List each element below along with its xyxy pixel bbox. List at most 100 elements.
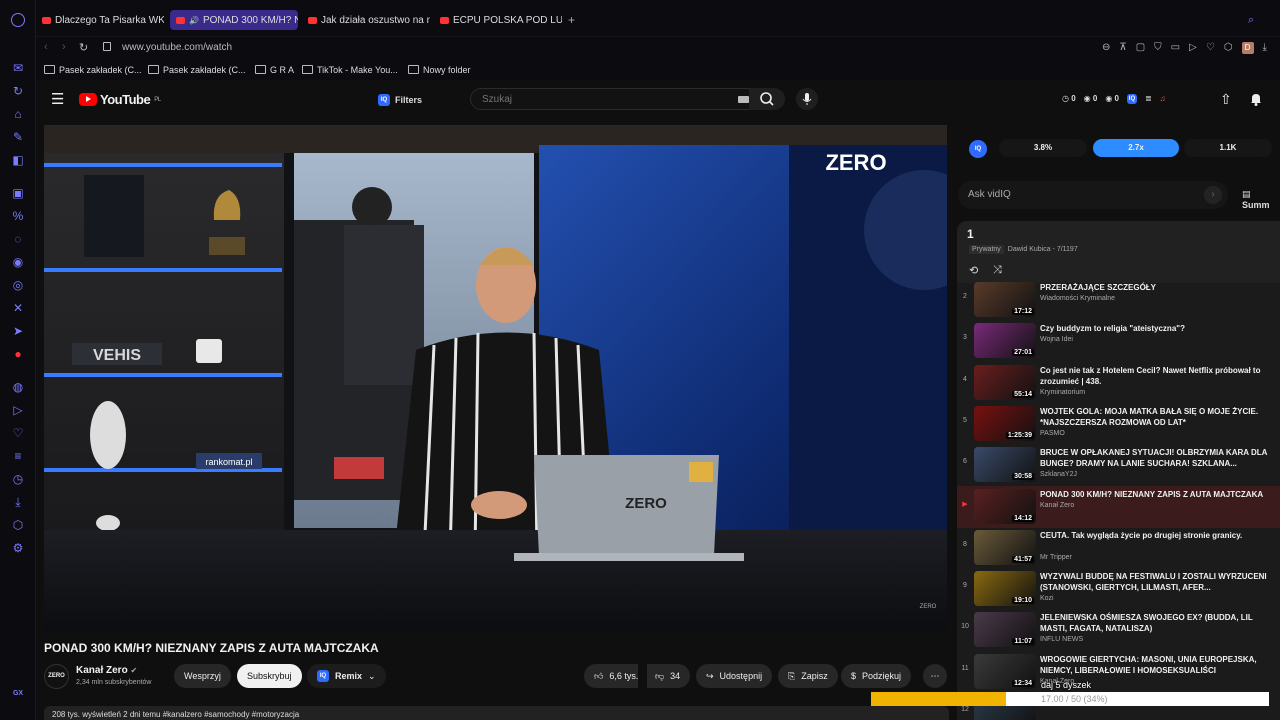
playlist-item-title[interactable]: PRZERAŻAJĄCE SZCZEGÓŁY [1040,282,1274,293]
playlist-item[interactable]: 6 30:58 BRUCE W OPŁAKANEJ SYTUACJI! OLBRZY… [957,444,1280,486]
playlist-item-thumbnail[interactable]: 12:34 [974,653,1036,689]
keyboard-icon[interactable] [738,96,749,103]
shuffle-icon[interactable]: ⤨ [993,264,1002,277]
playlist-item[interactable]: ▶ 14:12 PONAD 300 KM/H? NIEZNANY ZAPIS Z A… [957,485,1280,528]
url-text[interactable]: www.youtube.com/watch [122,42,232,53]
playlist-item-thumbnail[interactable]: 14:12 [974,488,1036,524]
playlist-item-thumbnail[interactable]: 30:58 [974,447,1036,483]
snapshot-icon[interactable]: ▢ [1136,42,1145,54]
playlist-item[interactable]: 5 1:25:39 WOJTEK GOLA: MOJA MATKA BAŁA SIĘ… [957,403,1280,445]
playlist-item-thumbnail[interactable]: 41:57 [974,529,1036,565]
sidebar-telegram-icon[interactable]: ➤ [10,323,26,339]
tab-2-active[interactable]: 🔊PONAD 300 KM/H? NIE [170,10,298,30]
sidebar-x-icon[interactable]: ✕ [10,300,26,316]
menu-icon[interactable]: ☰ [51,90,64,108]
upload-icon[interactable]: ⇧ [1220,91,1232,108]
playlist-item-thumbnail[interactable]: 17:12 [974,282,1036,317]
sidebar-mail-icon[interactable]: ✉ [10,60,26,76]
playlist-item-title[interactable]: Czy buddyzm to religia "ateistyczna"? [1040,323,1274,334]
playlist-item[interactable]: 10 11:07 JELENIEWSKA OŚMIESZA SWOJEGO EX? … [957,609,1280,651]
sidebar-instagram-icon[interactable]: ◎ [10,277,26,293]
voice-search-button[interactable] [796,88,818,110]
playlist-item-title[interactable]: WOJTEK GOLA: MOJA MATKA BAŁA SIĘ O MOJE … [1040,406,1274,428]
remix-button[interactable]: IQ Remix ⌄ [307,664,386,688]
save-button[interactable]: ⎘ Zapisz [778,664,838,688]
playlist-item-thumbnail[interactable]: 1:25:39 [974,405,1036,441]
filters-button[interactable]: IQ Filters [372,90,428,110]
more-actions-button[interactable]: ⋯ [923,664,947,688]
sidebar-player-icon[interactable]: ▷ [10,402,26,418]
sidebar-discord-icon[interactable]: ◉ [10,254,26,270]
playlist-item-thumbnail[interactable]: 27:01 [974,323,1036,359]
send-icon[interactable]: › [1204,186,1222,204]
sidebar-download-icon[interactable]: ⤓ [10,494,26,510]
sidebar-twitch-icon[interactable]: ▣ [10,185,26,201]
sidebar-percent-icon[interactable]: % [10,208,26,224]
sidebar-refresh-icon[interactable]: ↻ [10,83,26,99]
subscribe-button[interactable]: Subskrybuj [237,664,302,688]
sidebar-list-icon[interactable]: ≡ [10,448,26,464]
sidebar-music-icon[interactable]: ◍ [10,379,26,395]
sidebar-messenger-icon[interactable]: ◧ [10,152,26,168]
forward-icon[interactable]: › [62,41,66,53]
heart-icon[interactable]: ♡ [1206,42,1215,54]
notifications-icon[interactable] [1248,91,1264,107]
vidiq-logo-icon[interactable]: IQ [969,140,987,158]
share-button[interactable]: ↪ Udostępnij [696,664,773,688]
sidebar-edit-icon[interactable]: ✎ [10,129,26,145]
like-button[interactable]: 👍︎ 6,6 tys. [584,664,639,688]
dislike-button[interactable]: 👎︎ 34 [647,664,691,688]
sidebar-chat-icon[interactable]: ◌ [10,231,26,247]
bookmark-folder-1[interactable]: Pasek zakładek (C... [44,65,142,75]
playlist-item[interactable]: 2 17:12 PRZERAŻAJĄCE SZCZEGÓŁY Wiadomości K… [957,279,1280,321]
bookmark-folder-2[interactable]: Pasek zakładek (C... [148,65,246,75]
summary-button[interactable]: ▤ Summ [1242,189,1280,210]
description-box[interactable]: 208 tys. wyświetleń 2 dni temu #kanalzer… [44,706,949,720]
bell-off-icon[interactable]: ♫ [1160,94,1166,104]
extensions-icon[interactable]: ⬡ [1224,42,1233,54]
playlist-item-title[interactable]: WROGOWIE GIERTYCHA: MASONI, UNIA EUROPEJ… [1040,654,1274,676]
tab-4[interactable]: ECPU POLSKA POD LUPĄ [440,10,562,30]
playlist-item-title[interactable]: CEUTA. Tak wygląda życie po drugiej stro… [1040,530,1274,541]
sidebar-youtube-icon[interactable]: ● [10,346,26,362]
playlist-item[interactable]: 8 41:57 CEUTA. Tak wygląda życie po drugie… [957,527,1280,569]
vidiq-small-icon[interactable]: IQ [1126,94,1137,104]
sidebar-store-icon[interactable]: ⌂ [10,106,26,122]
back-icon[interactable]: ‹ [44,41,48,53]
channel-avatar[interactable]: ZERO [44,664,69,689]
youtube-logo[interactable]: YouTube PL [79,92,161,107]
search-button[interactable] [749,88,785,110]
playlist-item-thumbnail[interactable]: 55:14 [974,364,1036,400]
playlist-item[interactable]: 11 12:34 WROGOWIE GIERTYCHA: MASONI, UNIA … [957,651,1280,693]
search-input[interactable] [482,94,712,105]
reload-icon[interactable]: ↻ [79,41,88,54]
browser-logo-icon[interactable] [11,13,25,27]
download-icon[interactable]: ⤓ [1263,42,1267,54]
playlist-item-title[interactable]: PONAD 300 KM/H? NIEZNANY ZAPIS Z AUTA MA… [1040,489,1274,500]
playlist-item-thumbnail[interactable]: 19:10 [974,571,1036,607]
support-button[interactable]: Wesprzyj [174,664,231,688]
tab-3[interactable]: Jak działa oszustwo na m [308,10,430,30]
playlist-item-title[interactable]: WYZYWALI BUDDĘ NA FESTIWALU I ZOSTALI WY… [1040,571,1274,593]
playlist-item[interactable]: 9 19:10 WYZYWALI BUDDĘ NA FESTIWALU I ZOST… [957,568,1280,610]
ask-vidiq-input[interactable]: Ask vidIQ › [958,181,1228,209]
zoom-icon[interactable]: ⊖ [1102,42,1110,54]
bookmark-folder-3[interactable]: G R A [255,65,294,75]
thanks-button[interactable]: $ Podziękuj [841,664,912,688]
shield-icon[interactable]: ⛉ [1154,42,1162,54]
video-player[interactable]: VEHIS rankomat.pl ZERO ZERO ZERO [44,125,947,633]
profile-avatar[interactable]: D [1241,42,1254,54]
tab-search-icon[interactable]: ⌕ [1248,10,1254,30]
list-icon[interactable]: ≣ [1145,94,1152,104]
sidebar-history-icon[interactable]: ◷ [10,471,26,487]
loop-icon[interactable]: ⟲ [969,264,978,277]
sidebar-extensions-icon[interactable]: ⬡ [10,517,26,533]
channel-name[interactable]: Kanał Zero ✔ [76,665,137,676]
playlist-item-title[interactable]: Co jest nie tak z Hotelem Cecil? Nawet N… [1040,365,1274,387]
play-icon[interactable]: ▷ [1189,42,1197,54]
sidebar-heart-icon[interactable]: ♡ [10,425,26,441]
new-tab-icon[interactable]: + [568,10,575,30]
playlist-item-thumbnail[interactable]: 11:07 [974,612,1036,648]
playlist-item[interactable]: 4 55:14 Co jest nie tak z Hotelem Cecil? N… [957,362,1280,404]
playlist-item-title[interactable]: BRUCE W OPŁAKANEJ SYTUACJI! OLBRZYMIA KA… [1040,447,1274,469]
